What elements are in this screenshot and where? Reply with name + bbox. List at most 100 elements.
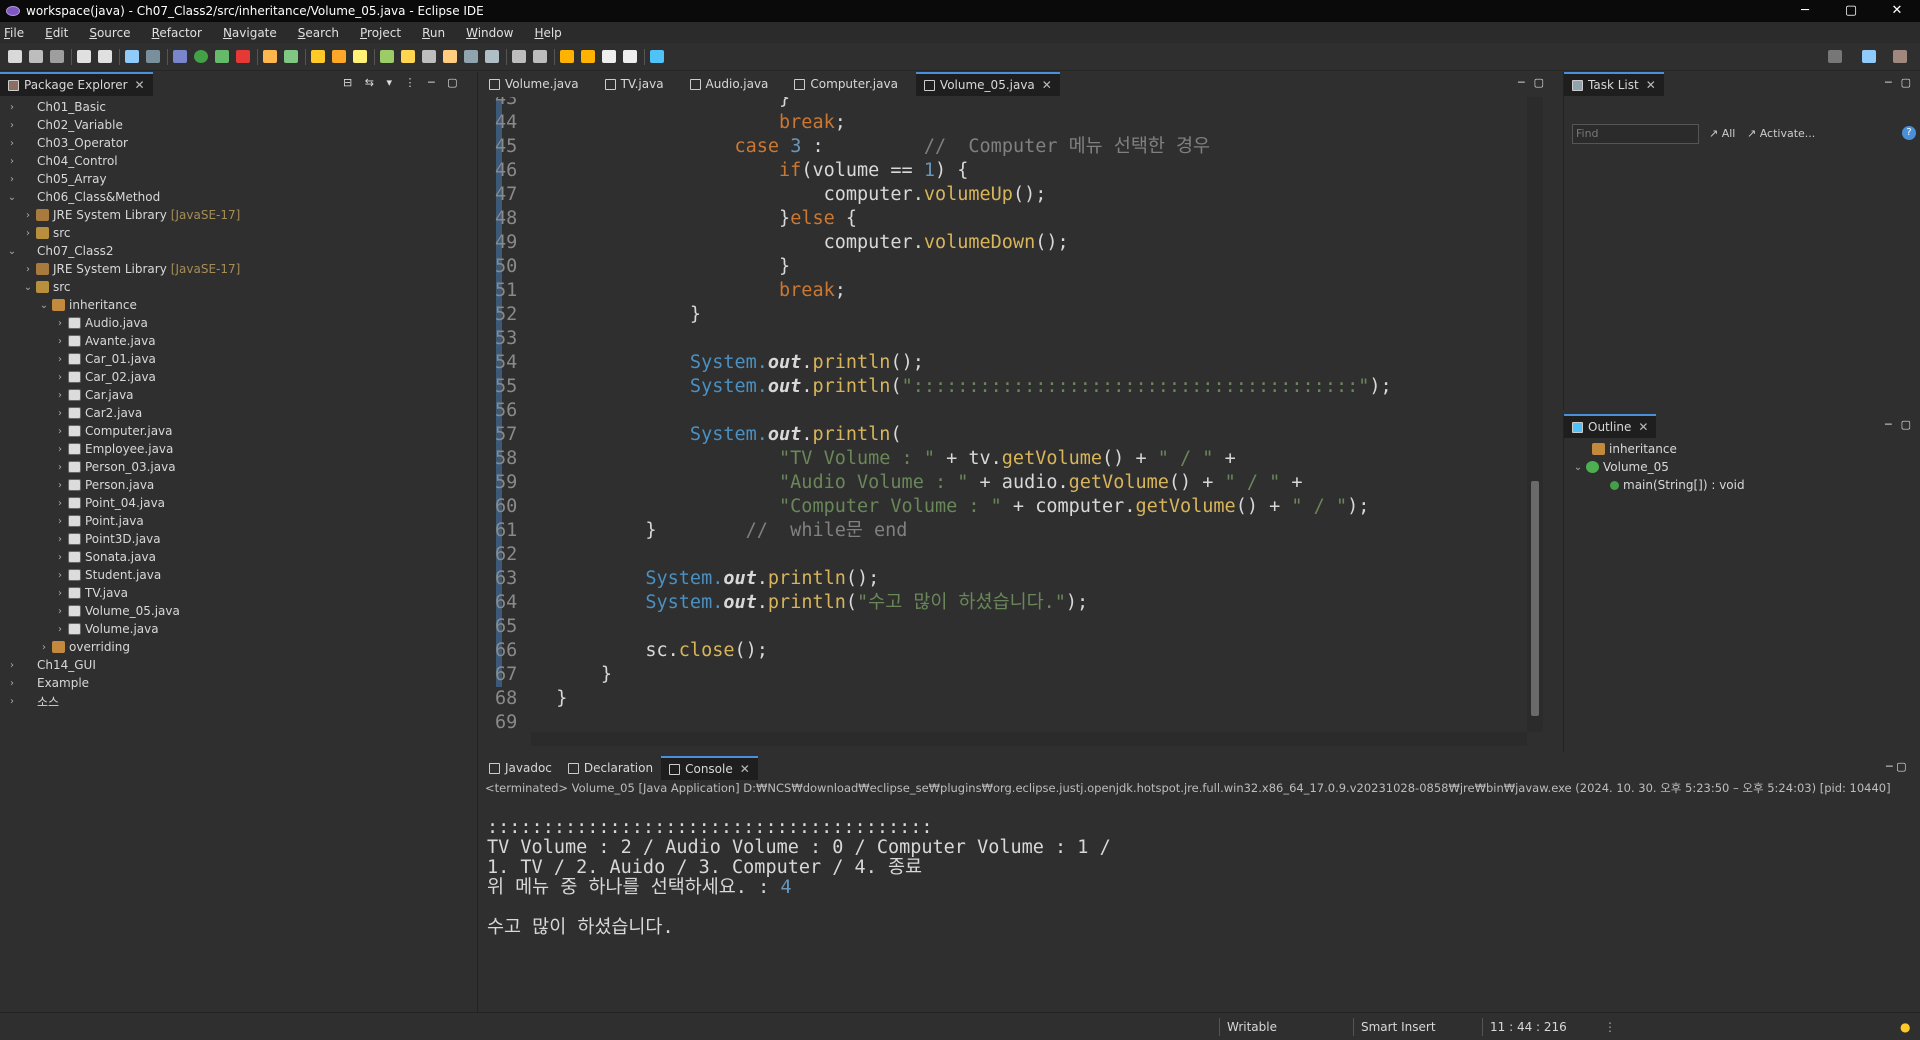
console-window-controls[interactable]: ─ ▢ (1886, 760, 1907, 773)
chevron-down-icon[interactable]: ⌄ (22, 282, 34, 293)
chevron-right-icon[interactable]: › (54, 588, 66, 599)
console-tab[interactable]: Console ✕ (661, 756, 758, 780)
tree-item[interactable]: › Ch01_Basic (6, 98, 106, 116)
chevron-right-icon[interactable]: › (6, 102, 18, 113)
tree-item[interactable]: › Point_04.java (54, 494, 165, 512)
tree-item[interactable]: › Person.java (54, 476, 154, 494)
redo-icon[interactable] (98, 50, 112, 63)
forward-history-icon[interactable] (581, 50, 595, 63)
view-menu-icon[interactable]: ⋮ (404, 76, 415, 89)
editor-tab[interactable]: Computer.java (786, 72, 906, 96)
maximize-icon[interactable]: ▢ (447, 76, 457, 89)
chevron-right-icon[interactable]: › (54, 606, 66, 617)
menu-project[interactable]: Project (360, 26, 401, 40)
search-toolbar-icon[interactable] (353, 50, 367, 63)
outline-item-class[interactable]: ⌄ Volume_05 (1572, 458, 1669, 476)
close-icon[interactable]: ✕ (1646, 78, 1656, 92)
chevron-down-icon[interactable]: ⌄ (1572, 462, 1584, 473)
chevron-right-icon[interactable]: › (54, 534, 66, 545)
tree-item[interactable]: › Car_01.java (54, 350, 156, 368)
chevron-right-icon[interactable]: › (54, 516, 66, 527)
tree-item[interactable]: › JRE System Library [JavaSE-17] (22, 206, 240, 224)
tree-item[interactable]: › Example (6, 674, 89, 692)
tree-item[interactable]: › Student.java (54, 566, 161, 584)
close-icon[interactable]: ✕ (740, 762, 750, 776)
tree-item[interactable]: › Ch03_Operator (6, 134, 128, 152)
undo-icon[interactable] (77, 50, 91, 63)
minimize-icon[interactable]: ─ (1885, 418, 1892, 431)
search-icon[interactable] (1828, 50, 1842, 63)
toggle-word-wrap-icon[interactable] (401, 50, 415, 63)
close-icon[interactable]: ✕ (1638, 420, 1648, 434)
chevron-right-icon[interactable]: › (6, 120, 18, 131)
open-type-icon[interactable] (311, 50, 325, 63)
tree-item[interactable]: › Point3D.java (54, 530, 161, 548)
code-area[interactable]: 43 } 44 break; 45 case 3 : // Computer 메뉴 … (481, 97, 1527, 732)
toggle-mark-occurrences-icon[interactable] (380, 50, 394, 63)
chevron-right-icon[interactable]: › (54, 390, 66, 401)
pin-editor-icon[interactable] (464, 50, 478, 63)
help-icon[interactable]: ? (1902, 126, 1916, 140)
menu-search[interactable]: Search (298, 26, 339, 40)
chevron-right-icon[interactable]: › (6, 660, 18, 671)
horizontal-scrollbar[interactable] (531, 732, 1527, 746)
show-whitespace-icon[interactable] (443, 50, 457, 63)
back-icon[interactable] (602, 50, 616, 63)
editor-tab[interactable]: Volume_05.java ✕ (915, 72, 1060, 96)
tree-item[interactable]: › 소스 (6, 692, 59, 710)
new-java-project-icon[interactable] (263, 50, 277, 63)
tree-item[interactable]: › src (22, 224, 71, 242)
chevron-right-icon[interactable]: › (54, 408, 66, 419)
new-package-icon[interactable] (284, 50, 298, 63)
chevron-right-icon[interactable]: › (54, 444, 66, 455)
tab-outline[interactable]: Outline ✕ (1564, 414, 1657, 438)
chevron-down-icon[interactable]: ⌄ (38, 300, 50, 311)
coverage-icon[interactable] (215, 50, 229, 63)
open-task-icon[interactable] (332, 50, 346, 63)
console-output[interactable]: ::::::::::::::::::::::::::::::::::::::::… (481, 798, 1906, 989)
debug-icon[interactable] (173, 50, 187, 63)
chevron-right-icon[interactable]: › (54, 498, 66, 509)
tree-item[interactable]: › TV.java (54, 584, 128, 602)
chevron-down-icon[interactable]: ⌄ (6, 192, 18, 203)
tree-item[interactable]: › Car.java (54, 386, 134, 404)
new-icon[interactable] (8, 50, 22, 63)
debug-perspective-icon[interactable] (1893, 50, 1907, 63)
chevron-right-icon[interactable]: › (22, 228, 34, 239)
minimize-icon[interactable]: ─ (428, 76, 435, 89)
tab-task-list[interactable]: Task List ✕ (1564, 72, 1664, 96)
chevron-right-icon[interactable]: › (22, 264, 34, 275)
chevron-right-icon[interactable]: › (6, 678, 18, 689)
maximize-icon[interactable]: ▢ (1534, 76, 1544, 89)
tree-item[interactable]: › Ch02_Variable (6, 116, 123, 134)
minimize-button[interactable]: ─ (1782, 0, 1828, 22)
editor-tab[interactable]: Audio.java (682, 72, 777, 96)
link-with-editor-icon[interactable]: ⇆ (365, 76, 374, 89)
java-perspective-icon[interactable] (1862, 50, 1876, 63)
menu-edit[interactable]: Edit (45, 26, 68, 40)
tree-item[interactable]: › Employee.java (54, 440, 173, 458)
tree-item[interactable]: ⌄ Ch06_Class&Method (6, 188, 160, 206)
tip-icon[interactable]: ● (1900, 1020, 1910, 1034)
menu-help[interactable]: Help (534, 26, 561, 40)
scroll-thumb[interactable] (1531, 481, 1539, 716)
open-perspective-icon[interactable] (650, 50, 664, 63)
run-icon[interactable] (194, 50, 208, 63)
tree-item[interactable]: › Person_03.java (54, 458, 176, 476)
tree-item[interactable]: ⌄ src (22, 278, 71, 296)
tree-item[interactable]: › Car2.java (54, 404, 142, 422)
chevron-down-icon[interactable]: ⌄ (6, 246, 18, 257)
save-all-icon[interactable] (50, 50, 64, 63)
tree-item[interactable]: › Volume_05.java (54, 602, 180, 620)
menu-navigate[interactable]: Navigate (223, 26, 277, 40)
next-annotation-icon[interactable] (512, 50, 526, 63)
filters-icon[interactable]: ▾ (386, 76, 392, 89)
console-tab[interactable]: Declaration (560, 756, 661, 780)
menu-refactor[interactable]: Refactor (152, 26, 202, 40)
task-activate-link[interactable]: ↗ Activate... (1747, 127, 1815, 140)
editor-tab[interactable]: Volume.java (481, 72, 587, 96)
tree-item[interactable]: › JRE System Library [JavaSE-17] (22, 260, 240, 278)
terminal-icon[interactable] (125, 50, 139, 63)
maximize-icon[interactable]: ▢ (1901, 418, 1911, 431)
chevron-right-icon[interactable]: › (54, 552, 66, 563)
